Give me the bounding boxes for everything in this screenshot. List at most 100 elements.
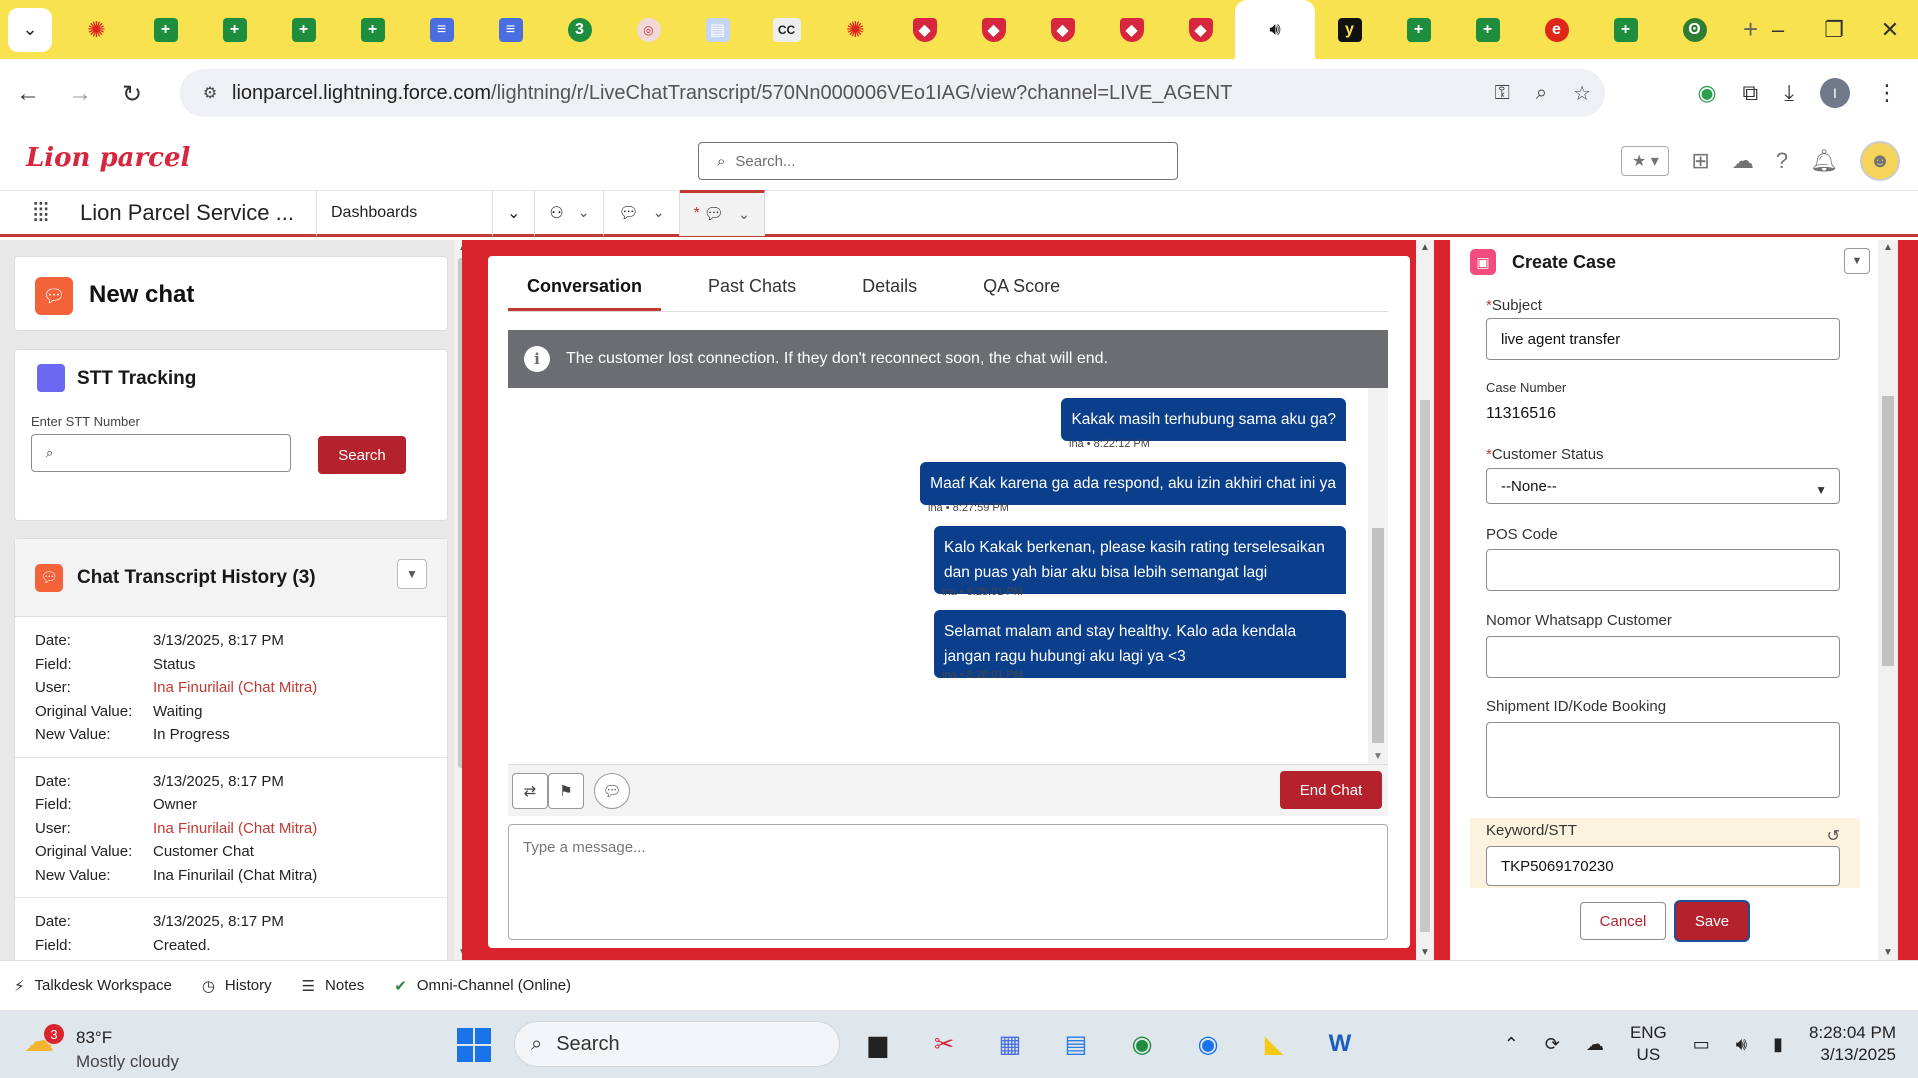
browser-tab[interactable]: ≡ [407,0,476,59]
pos-code-input[interactable] [1486,549,1840,591]
quick-text-icon[interactable]: 💬︎ [594,773,630,809]
browser-tab[interactable]: + [338,0,407,59]
save-button[interactable]: Save [1676,902,1748,940]
end-chat-button[interactable]: End Chat [1280,771,1382,809]
nav-tab-hierarchy[interactable]: ⚇ ⌄ [535,189,605,236]
sticky-notes-icon[interactable]: ◣ [1252,1022,1296,1066]
volume-icon[interactable]: 🔊︎ [1736,1034,1747,1055]
word-icon[interactable]: W [1318,1022,1362,1066]
shipment-id-textarea[interactable] [1486,722,1840,798]
scroll-up-icon[interactable]: ▲ [458,242,462,253]
browser-tab[interactable]: ≡ [476,0,545,59]
url-text[interactable]: lionparcel.lightning.force.com/lightning… [232,82,1232,105]
tab-qa-score[interactable]: QA Score [964,276,1079,311]
browser-tab[interactable]: ◎ [614,0,683,59]
browser-tab[interactable]: y [1315,0,1384,59]
undo-icon[interactable]: ↺ [1827,826,1840,846]
browser-tab[interactable]: ◆ [959,0,1028,59]
display-icon[interactable]: ▭ [1693,1034,1710,1055]
tab-search-button[interactable]: ⌄ [8,7,52,52]
scroll-down-icon[interactable]: ▼ [1883,947,1893,958]
chevron-up-icon[interactable]: ⌃ [1504,1034,1519,1055]
browser-tab[interactable]: + [1453,0,1522,59]
snipping-tool-icon[interactable]: ✂ [922,1022,966,1066]
taskbar-search[interactable]: ⌕ Search [514,1021,840,1067]
browser-tab[interactable]: e [1522,0,1591,59]
scroll-thumb[interactable] [1882,396,1894,666]
reload-icon[interactable]: ↻ [106,80,158,109]
scroll-up-icon[interactable]: ▲ [1883,242,1893,253]
windows-start-icon[interactable] [457,1028,491,1062]
whatsapp-input[interactable] [1486,636,1840,678]
onedrive-icon[interactable]: ☁ [1586,1034,1604,1055]
utility-notes[interactable]: ☰ Notes [302,977,365,995]
browser-tab[interactable]: + [1591,0,1660,59]
global-search-input[interactable]: ⌕ Search... [698,142,1178,180]
help-icon[interactable]: ? [1776,148,1788,174]
message-input[interactable]: Type a message... [508,824,1388,940]
nav-dashboards[interactable]: Dashboards [317,189,493,236]
browser-tab[interactable]: CC [752,0,821,59]
utility-talkdesk[interactable]: ⚡︎ Talkdesk Workspace [14,977,172,995]
nav-tab-chat[interactable]: 💬︎ ⌄ [604,189,680,236]
history-dropdown-button[interactable]: ▼ [397,559,427,589]
browser-tab[interactable]: + [200,0,269,59]
back-icon[interactable]: ← [2,80,54,108]
browser-tab[interactable]: ▤ [683,0,752,59]
notification-bell-icon[interactable]: 🔔︎ [1810,148,1838,174]
subject-input[interactable]: live agent transfer [1486,318,1840,360]
password-key-icon[interactable]: ⚿ [1495,82,1510,105]
task-view-icon[interactable]: ▆ [856,1022,900,1066]
chrome-cs-icon[interactable]: ◉ [1120,1022,1164,1066]
browser-tab[interactable]: + [131,0,200,59]
scroll-down-icon[interactable]: ▼ [1420,947,1430,958]
minimize-icon[interactable]: – [1750,17,1806,43]
chevron-down-icon[interactable]: ⌄ [738,206,750,223]
browser-tab[interactable]: ◆ [1028,0,1097,59]
stt-number-input[interactable]: ⌕ [31,434,291,472]
restore-icon[interactable]: ❐ [1806,17,1862,43]
close-icon[interactable]: ✕ [1862,17,1918,43]
browser-tab[interactable]: ʘ [1660,0,1729,59]
favorites-star-icon[interactable]: ★ ▾ [1621,146,1670,176]
right-scrollbar[interactable]: ▲ ▼ [1878,240,1898,960]
language-indicator[interactable]: ENG US [1630,1022,1667,1066]
browser-tab[interactable]: ◆ [1097,0,1166,59]
transfer-icon[interactable]: ⇄ [512,773,548,809]
sync-icon[interactable]: ⟳ [1545,1034,1560,1055]
notepad-icon[interactable]: ▤ [1054,1022,1098,1066]
scroll-thumb[interactable] [1420,400,1430,932]
bookmark-star-icon[interactable]: ☆ [1573,81,1591,106]
scroll-thumb[interactable] [458,258,462,768]
battery-icon[interactable]: ▮ [1773,1034,1783,1055]
download-icon[interactable]: ⤓ [1784,80,1794,106]
tab-details[interactable]: Details [843,276,936,311]
case-dropdown-button[interactable]: ▼ [1844,248,1870,274]
system-clock[interactable]: 8:28:04 PM 3/13/2025 [1809,1022,1896,1066]
history-user-link[interactable]: Ina Finurilail (Chat Mitra) [153,676,317,700]
kebab-menu-icon[interactable]: ⋮ [1876,80,1898,106]
browser-tab[interactable]: ◆ [1166,0,1235,59]
utility-history[interactable]: ◷ History [202,977,272,995]
active-tab[interactable]: 🔊︎ [1235,0,1315,59]
scroll-down-icon[interactable]: ▼ [1373,751,1383,762]
user-avatar[interactable]: ☻ [1860,141,1900,181]
chat-scrollbar[interactable]: ▼ [1368,388,1388,764]
global-create-icon[interactable]: ⊞ [1691,148,1709,174]
browser-tab[interactable]: + [1384,0,1453,59]
calculator-icon[interactable]: ▦ [988,1022,1032,1066]
browser-tab[interactable]: ✺ [821,0,890,59]
utility-omni-channel[interactable]: ✔ Omni-Channel (Online) [394,977,571,995]
browser-tab[interactable]: + [269,0,338,59]
flag-icon[interactable]: ⚑ [548,773,584,809]
tab-past-chats[interactable]: Past Chats [689,276,815,311]
keyword-stt-input[interactable]: TKP5069170230 [1486,846,1840,886]
chrome-i-icon[interactable]: ◉ [1186,1022,1230,1066]
chevron-down-icon[interactable]: ⌄ [653,204,665,221]
trailhead-icon[interactable]: ☁ [1732,148,1754,174]
left-scrollbar[interactable]: ▲ ▼ [454,240,462,960]
nav-tab-chat-active[interactable]: * 💬︎ ⌄ [679,189,765,236]
browser-tab[interactable]: ◆ [890,0,959,59]
browser-tab[interactable]: 3 [545,0,614,59]
extensions-puzzle-icon[interactable]: ⧉ [1743,80,1759,106]
